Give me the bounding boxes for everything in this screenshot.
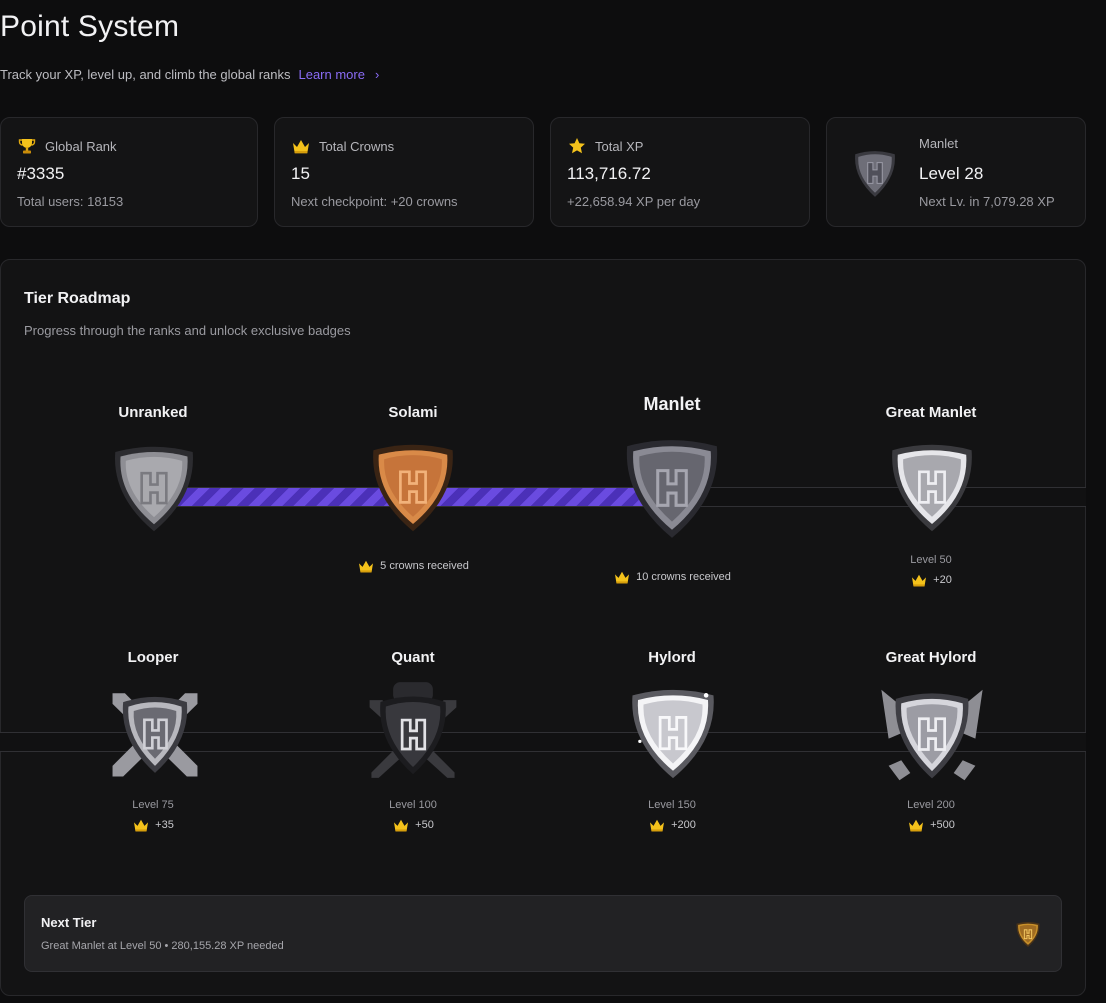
tier-great-manlet: Great Manlet [831, 404, 1031, 421]
crown-icon [650, 819, 665, 832]
total-xp-value: 113,716.72 [567, 164, 651, 183]
current-level-value: Level 28 [919, 164, 984, 183]
tier-name: Great Hylord [885, 649, 977, 666]
learn-more-link[interactable]: Learn more › [298, 67, 379, 82]
tier-requirement: Level 200 [907, 799, 955, 811]
total-users-text: Total users: 18153 [17, 194, 124, 209]
quant-badge-icon [369, 682, 457, 778]
tier-name: Looper [127, 649, 179, 666]
tier-name: Hylord [648, 649, 696, 666]
crown-icon [291, 136, 311, 156]
page-subtitle-row: Track your XP, level up, and climb the g… [0, 67, 379, 82]
great-manlet-badge-icon [892, 444, 972, 532]
tier-quant-info: Level 100 +50 [313, 799, 513, 837]
crown-icon [912, 574, 927, 587]
looper-badge-icon [112, 693, 198, 777]
tier-reward-text: +200 [671, 819, 696, 831]
great-hylord-badge-icon [881, 689, 983, 781]
current-tier-label: Manlet [919, 136, 959, 151]
manlet-badge-icon [626, 440, 718, 538]
tier-looper: Looper [53, 649, 253, 666]
total-crowns-value: 15 [291, 164, 310, 183]
total-xp-card: Total XP 113,716.72 +22,658.94 XP per da… [550, 117, 810, 227]
tier-requirement: Level 100 [389, 799, 437, 811]
tier-reward-text: 5 crowns received [380, 560, 469, 572]
tier-requirement: Level 50 [910, 554, 952, 566]
roadmap-subtitle: Progress through the ranks and unlock ex… [24, 323, 351, 338]
next-tier-description: Great Manlet at Level 50 • 280,155.28 XP… [41, 940, 284, 952]
crown-icon [615, 571, 630, 584]
chevron-right-icon: › [374, 67, 380, 82]
trophy-icon [17, 136, 37, 156]
global-rank-card: Global Rank #3335 Total users: 18153 [0, 117, 258, 227]
hylord-badge-icon [632, 689, 714, 779]
tier-reward-text: +500 [930, 819, 955, 831]
total-xp-label: Total XP [595, 138, 644, 154]
tier-hylord-info: Level 150 +200 [572, 799, 772, 837]
tier-name: Great Manlet [885, 404, 977, 421]
global-rank-label: Global Rank [45, 138, 117, 154]
tier-reward-text: 10 crowns received [636, 571, 731, 583]
tier-requirement: Level 75 [132, 799, 174, 811]
tier-great-hylord-info: Level 200 +500 [831, 799, 1031, 837]
total-crowns-card: Total Crowns 15 Next checkpoint: +20 cro… [274, 117, 534, 227]
tier-great-hylord: Great Hylord [831, 649, 1031, 666]
tier-looper-info: Level 75 +35 [53, 799, 253, 837]
page-title: Point System [0, 10, 180, 43]
manlet-badge-icon [849, 146, 901, 205]
tier-reward-text: +50 [415, 819, 434, 831]
tier-solami: Solami [313, 404, 513, 421]
global-rank-value: #3335 [17, 164, 65, 183]
crown-icon [134, 819, 149, 832]
bronze-badge-icon [1016, 922, 1040, 947]
next-tier-card: Next Tier Great Manlet at Level 50 • 280… [24, 895, 1062, 972]
star-icon [567, 136, 587, 156]
roadmap-title: Tier Roadmap [24, 290, 131, 307]
crown-icon [394, 819, 409, 832]
tier-manlet-reward: 10 crowns received [572, 570, 772, 589]
tier-name: Quant [391, 649, 435, 666]
total-crowns-label: Total Crowns [319, 138, 395, 154]
tier-reward-text: +20 [933, 574, 952, 586]
tier-hylord: Hylord [572, 649, 772, 666]
unranked-badge-icon [115, 446, 193, 532]
current-level-card: Manlet Level 28 Next Lv. in 7,079.28 XP [826, 117, 1086, 227]
solami-badge-icon [373, 444, 453, 532]
tier-quant: Quant [313, 649, 513, 666]
page-subtitle: Track your XP, level up, and climb the g… [0, 67, 291, 82]
tier-name: Solami [388, 404, 438, 421]
tier-reward-text: +35 [155, 819, 174, 831]
next-level-text: Next Lv. in 7,079.28 XP [919, 194, 1055, 209]
xp-per-day-text: +22,658.94 XP per day [567, 194, 701, 209]
next-tier-title: Next Tier [41, 915, 97, 930]
crown-icon [909, 819, 924, 832]
tier-unranked: Unranked [53, 404, 253, 421]
tier-name: Manlet [643, 394, 701, 414]
learn-more-label: Learn more [298, 67, 365, 82]
tier-solami-reward: 5 crowns received [313, 559, 513, 578]
next-checkpoint-text: Next checkpoint: +20 crowns [291, 194, 458, 209]
tier-name: Unranked [118, 404, 188, 421]
tier-roadmap-panel: Tier Roadmap Progress through the ranks … [0, 259, 1086, 996]
tier-great-manlet-info: Level 50 +20 [831, 554, 1031, 592]
tier-requirement: Level 150 [648, 799, 696, 811]
tier-manlet: Manlet [572, 394, 772, 415]
crown-icon [359, 560, 374, 573]
